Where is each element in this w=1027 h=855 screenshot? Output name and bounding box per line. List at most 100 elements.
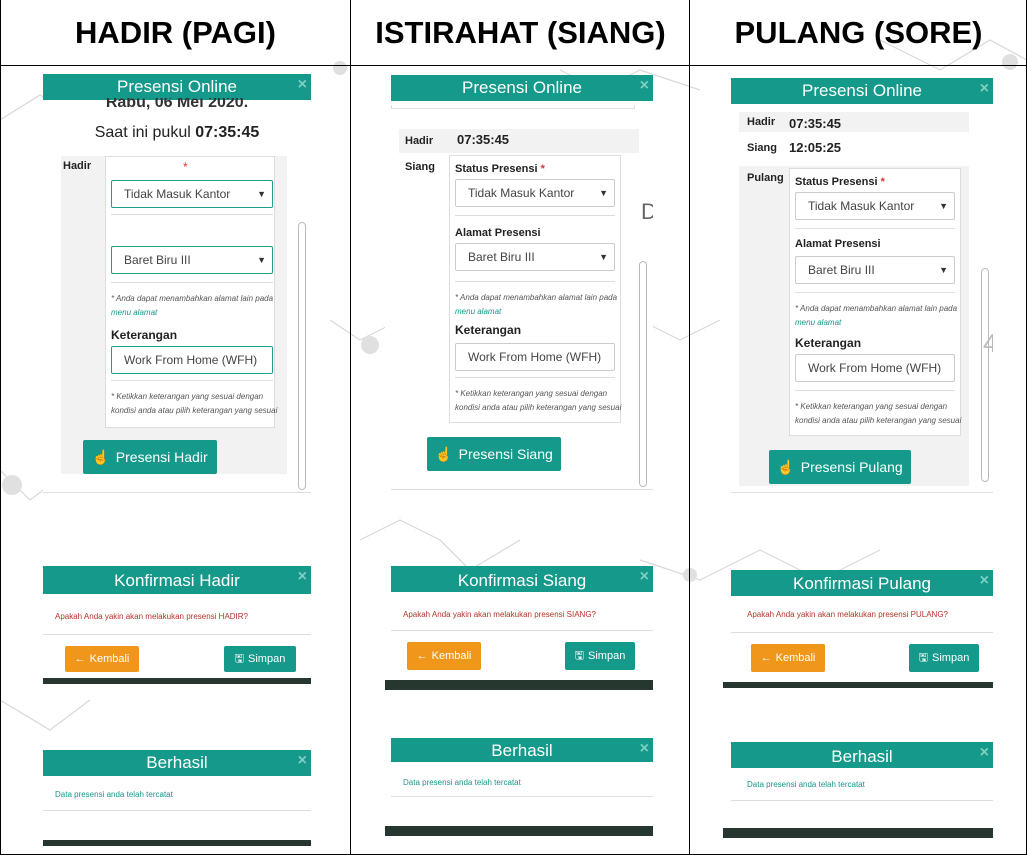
modal-title: Berhasil [43, 750, 311, 776]
arrow-left-icon: ← [74, 653, 86, 665]
status-label-text: Status Presensi [795, 176, 878, 188]
presensi-pulang-button[interactable]: ☝ Presensi Pulang [769, 450, 911, 484]
berhasil-message: Data presensi anda telah tercatat [747, 780, 865, 789]
close-icon[interactable]: × [640, 568, 649, 586]
save-icon: 🖫 [918, 651, 929, 664]
modal-title: Presensi Online [731, 78, 993, 104]
scrollbar[interactable] [639, 261, 647, 487]
alamat-label: Alamat Presensi [795, 238, 881, 250]
keterangan-input[interactable]: Work From Home (WFH) [455, 343, 615, 371]
divider [795, 390, 955, 391]
alamat-select[interactable]: Baret Biru III ▼ [795, 256, 955, 284]
hand-pointer-icon: ☝ [435, 445, 453, 462]
status-label: Status Presensi * [455, 163, 545, 175]
chevron-down-icon: ▼ [599, 188, 608, 198]
presensi-pulang-screenshot: Presensi Online × Hadir 07:35:45 Siang 1… [723, 78, 993, 518]
siang-time: 12:05:25 [789, 140, 842, 155]
alamat-select[interactable]: Baret Biru III ▼ [111, 246, 273, 274]
keterangan-note-line-1: * Ketikkan keterangan yang sesuai dengan [111, 392, 264, 401]
chevron-down-icon: ▼ [257, 255, 266, 265]
pulang-label: Pulang [747, 172, 784, 184]
presensi-siang-button[interactable]: ☝ Presensi Siang [427, 437, 561, 471]
divider [795, 292, 955, 293]
alamat-select[interactable]: Baret Biru III ▼ [455, 243, 615, 271]
current-time-line: Saat ini pukul 07:35:45 [43, 124, 311, 142]
berhasil-message: Data presensi anda telah tercatat [403, 778, 521, 787]
close-icon[interactable]: × [640, 740, 649, 758]
kembali-button[interactable]: ← Kembali [407, 642, 481, 670]
kembali-button[interactable]: ← Kembali [65, 646, 139, 672]
keterangan-input[interactable]: Work From Home (WFH) [795, 354, 955, 382]
alamat-label: Alamat Presensi [455, 227, 541, 239]
status-select-value: Tidak Masuk Kantor [468, 186, 575, 200]
simpan-button-label: Simpan [932, 652, 970, 664]
alamat-select-value: Baret Biru III [808, 263, 875, 277]
chevron-down-icon: ▼ [599, 252, 608, 262]
modal-title: Konfirmasi Hadir [43, 566, 311, 594]
close-icon[interactable]: × [298, 568, 307, 586]
header-hadir: HADIR (PAGI) [0, 0, 351, 66]
status-label: Status Presensi * [795, 176, 885, 188]
keterangan-note-line-2: kondisi anda atau pilih keterangan yang … [111, 406, 278, 415]
presensi-hadir-button[interactable]: ☝ Presensi Hadir [83, 440, 217, 474]
close-icon[interactable]: × [980, 744, 989, 762]
konfirmasi-siang-screenshot: Konfirmasi Siang × Apakah Anda yakin aka… [385, 566, 653, 690]
modal-footer-line [731, 492, 993, 493]
keterangan-input[interactable]: Work From Home (WFH) [111, 346, 273, 374]
form-panel-bg [399, 129, 639, 153]
keterangan-note: * Ketikkan keterangan yang sesuai dengan… [455, 387, 625, 415]
status-select-value: Tidak Masuk Kantor [124, 187, 231, 201]
status-select[interactable]: Tidak Masuk Kantor ▼ [455, 179, 615, 207]
hadir-label: Hadir [747, 116, 776, 128]
konfirmasi-hadir-screenshot: Konfirmasi Hadir × Apakah Anda yakin aka… [43, 566, 311, 684]
menu-alamat-link[interactable]: menu alamat [795, 318, 841, 327]
divider [111, 282, 273, 283]
modal-footer-line [43, 492, 311, 493]
divider [731, 800, 993, 801]
arrow-left-icon: ← [416, 650, 428, 662]
siang-label: Siang [747, 142, 777, 154]
save-icon: 🖫 [234, 652, 245, 665]
divider [391, 796, 653, 797]
hand-pointer-icon: ☝ [92, 448, 110, 465]
status-select[interactable]: Tidak Masuk Kantor ▼ [795, 192, 955, 220]
status-select[interactable]: Tidak Masuk Kantor ▼ [111, 180, 273, 208]
menu-alamat-link[interactable]: menu alamat [455, 307, 501, 316]
kembali-button-label: Kembali [431, 650, 472, 662]
scrollbar[interactable] [298, 222, 306, 490]
simpan-button[interactable]: 🖫 Simpan [909, 644, 979, 672]
close-icon[interactable]: × [298, 752, 307, 770]
alamat-note-text: * Anda dapat menambahkan alamat lain pad… [111, 294, 274, 303]
scrollbar[interactable] [981, 268, 989, 482]
now-time: 07:35:45 [195, 124, 260, 141]
close-icon[interactable]: × [298, 76, 307, 94]
close-icon[interactable]: × [640, 77, 649, 95]
keterangan-note-line-1: * Ketikkan keterangan yang sesuai dengan [455, 389, 608, 398]
keterangan-note-line-2: kondisi anda atau pilih keterangan yang … [455, 403, 622, 412]
divider [731, 632, 993, 633]
divider [43, 810, 311, 811]
modal-title: Konfirmasi Pulang [731, 570, 993, 596]
required-asterisk: * [540, 163, 545, 175]
kembali-button-label: Kembali [89, 653, 130, 665]
divider [795, 228, 955, 229]
keterangan-label: Keterangan [795, 336, 862, 350]
simpan-button[interactable]: 🖫 Simpan [224, 646, 296, 672]
divider [455, 215, 615, 216]
keterangan-note: * Ketikkan keterangan yang sesuai dengan… [111, 390, 281, 418]
alamat-note: * Anda dapat menambahkan alamat lain pad… [455, 291, 623, 319]
divider [391, 630, 653, 631]
alamat-note-text: * Anda dapat menambahkan alamat lain pad… [455, 293, 618, 302]
page: HADIR (PAGI) ISTIRAHAT (SIANG) PULANG (S… [0, 0, 1027, 855]
hand-pointer-icon: ☝ [777, 458, 795, 475]
simpan-button[interactable]: 🖫 Simpan [565, 642, 635, 670]
menu-alamat-link[interactable]: menu alamat [111, 308, 157, 317]
save-icon: 🖫 [574, 649, 585, 662]
kembali-button[interactable]: ← Kembali [751, 644, 825, 672]
divider [455, 281, 615, 282]
presensi-siang-screenshot: Presensi Online × Hadir 07:35:45 Siang S… [385, 75, 653, 519]
keterangan-label: Keterangan [111, 328, 178, 342]
close-icon[interactable]: × [980, 80, 989, 98]
berhasil-siang-screenshot: Berhasil × Data presensi anda telah terc… [385, 738, 653, 836]
close-icon[interactable]: × [980, 572, 989, 590]
